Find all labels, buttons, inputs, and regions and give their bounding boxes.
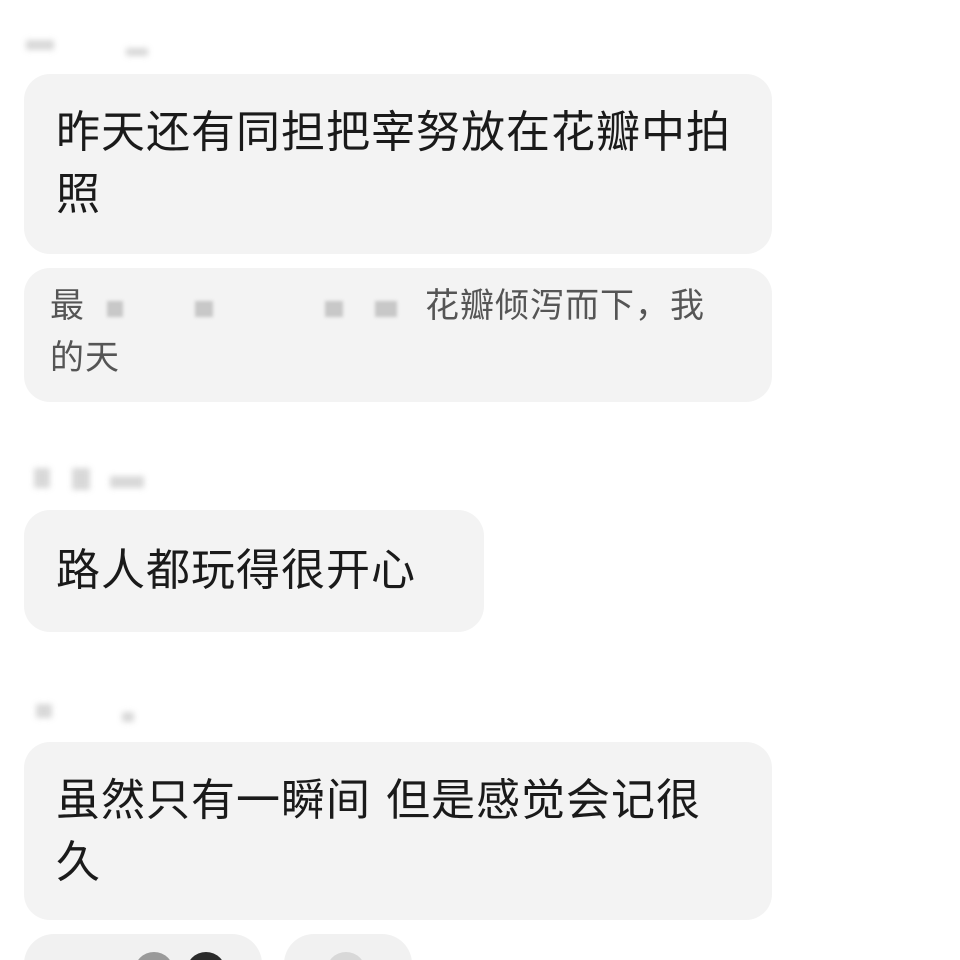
comment-1-bubble[interactable]: 昨天还有同担把宰努放在花瓣中拍照 [24, 74, 772, 254]
comment-3-bubble[interactable]: 虽然只有一瞬间 但是感觉会记很久 [24, 742, 772, 920]
quote-prefix: 最 [50, 286, 85, 326]
comment-1-text: 昨天还有同担把宰努放在花瓣中拍照 [56, 107, 731, 220]
quote-redacted-run [85, 293, 425, 323]
comment-2-text: 路人都玩得很开心 [56, 545, 416, 596]
comment-2-sender-redacted [26, 464, 166, 490]
comment-1-quote[interactable]: 最花瓣倾泻而下，我的天 [24, 268, 772, 402]
comment-3-sender-redacted [26, 702, 166, 726]
comment-feed: 昨天还有同担把宰努放在花瓣中拍照 最花瓣倾泻而下，我的天 路人都玩得很开心 虽然… [0, 0, 960, 960]
comment-1-sender-redacted [26, 34, 166, 58]
comment-3-text: 虽然只有一瞬间 但是感觉会记很久 [56, 775, 701, 888]
comment-1-quote-text: 最花瓣倾泻而下，我的天 [50, 280, 732, 384]
comment-2-bubble[interactable]: 路人都玩得很开心 [24, 510, 484, 632]
